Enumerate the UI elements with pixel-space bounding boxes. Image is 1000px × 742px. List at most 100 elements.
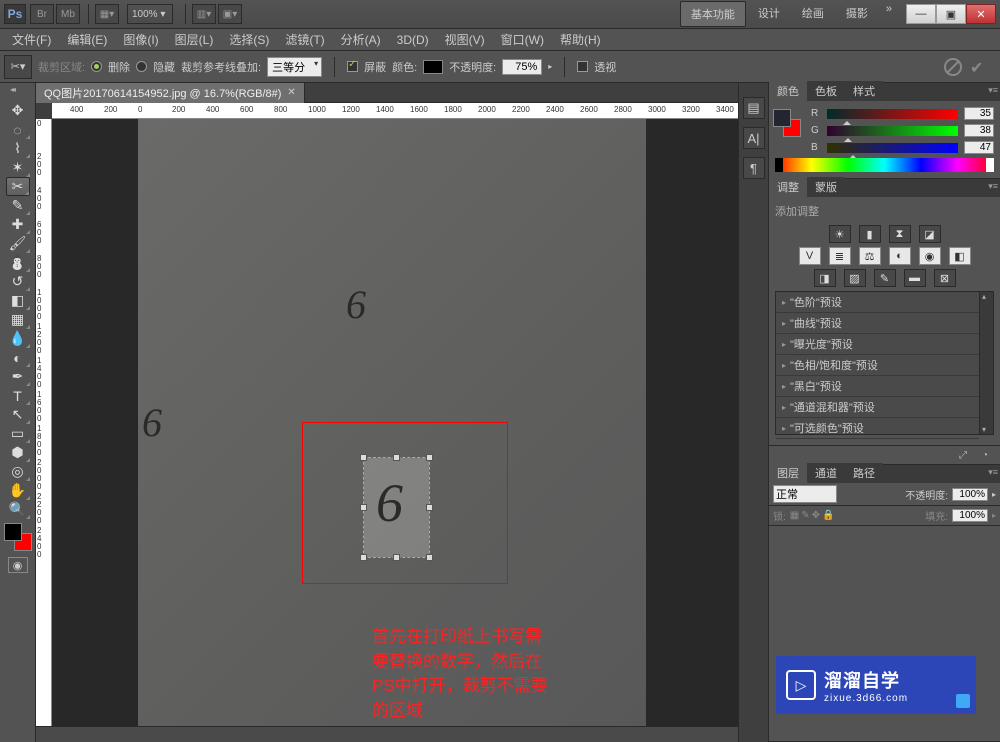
fill-input[interactable]: 100% — [952, 509, 988, 522]
panel-menu-icon[interactable]: ▾≡ — [988, 181, 998, 192]
preset-exposure[interactable]: ▸"曝光度"预设 — [776, 334, 979, 355]
clone-stamp-tool[interactable]: ⛄ — [6, 253, 30, 272]
paths-tab[interactable]: 路径 — [845, 463, 883, 483]
eraser-tool[interactable]: ◧ — [6, 291, 30, 310]
screen-mode-button[interactable]: ▣▾ — [218, 4, 242, 24]
b-slider[interactable] — [827, 143, 958, 153]
r-slider[interactable] — [827, 109, 958, 119]
workspace-tab-essentials[interactable]: 基本功能 — [680, 1, 746, 27]
menu-edit[interactable]: 编辑(E) — [59, 31, 115, 48]
channel-mixer-button[interactable]: ◧ — [949, 247, 971, 265]
active-tool-icon[interactable]: ✂▾ — [4, 55, 32, 79]
crop-hide-radio[interactable] — [136, 61, 147, 72]
menu-view[interactable]: 视图(V) — [437, 31, 493, 48]
canvas-viewport[interactable]: 6 6 6 首先在打印纸上书写需 要替换的数字，然后在 — [52, 119, 738, 726]
commit-crop-button[interactable]: ✔ — [970, 58, 988, 76]
lock-position-icon[interactable]: ✥ — [812, 510, 820, 521]
workspace-more-button[interactable]: » — [880, 1, 898, 27]
menu-layer[interactable]: 图层(L) — [167, 31, 222, 48]
crop-tool[interactable]: ✂ — [6, 177, 30, 196]
opacity-flyout-icon[interactable]: ▸ — [992, 490, 996, 499]
type-tool[interactable]: T — [6, 386, 30, 405]
3d-camera-tool[interactable]: ◎ — [6, 462, 30, 481]
b-value-input[interactable]: 47 — [964, 141, 994, 154]
document-close-button[interactable]: ✕ — [287, 87, 295, 98]
shield-checkbox[interactable] — [347, 61, 358, 72]
preset-hue-sat[interactable]: ▸"色相/饱和度"预设 — [776, 355, 979, 376]
lock-transparency-icon[interactable]: ▦ — [790, 510, 799, 521]
window-close-button[interactable]: ✕ — [966, 4, 996, 24]
preset-scrollbar[interactable] — [979, 292, 993, 434]
layer-opacity-input[interactable]: 100% — [952, 488, 988, 501]
perspective-checkbox[interactable] — [577, 61, 588, 72]
horizontal-ruler[interactable]: 400 200 0 200 400 600 800 1000 1200 1400… — [52, 103, 738, 119]
document-tab[interactable]: QQ图片20170614154952.jpg @ 16.7%(RGB/8#) ✕ — [36, 83, 305, 103]
panel-menu-icon[interactable]: ▾≡ — [988, 467, 998, 478]
guides-overlay-select[interactable]: 三等分 — [267, 57, 322, 77]
selective-color-button[interactable]: ⊠ — [934, 269, 956, 287]
hand-tool[interactable]: ✋ — [6, 481, 30, 500]
invert-button[interactable]: ◨ — [814, 269, 836, 287]
menu-filter[interactable]: 滤镜(T) — [277, 31, 332, 48]
vibrance-button[interactable]: V — [799, 247, 821, 265]
threshold-button[interactable]: ✎ — [874, 269, 896, 287]
foreground-color-swatch[interactable] — [4, 523, 22, 541]
blend-mode-select[interactable]: 正常 — [773, 485, 837, 503]
workspace-tab-design[interactable]: 设计 — [748, 1, 790, 27]
crop-handle[interactable] — [426, 554, 433, 561]
menu-image[interactable]: 图像(I) — [115, 31, 166, 48]
color-panel-swatch[interactable] — [773, 109, 801, 137]
color-spectrum[interactable] — [775, 158, 994, 172]
fg-swatch[interactable] — [773, 109, 791, 127]
fill-flyout-icon[interactable]: ▸ — [992, 511, 996, 520]
opacity-flyout-icon[interactable]: ▸ — [548, 62, 552, 71]
panel-menu-icon[interactable]: ▾≡ — [988, 85, 998, 96]
adj-clip-icon[interactable]: ◔ — [976, 448, 994, 462]
horizontal-scrollbar[interactable] — [36, 726, 738, 742]
gradient-map-button[interactable]: ▬ — [904, 269, 926, 287]
preset-bw[interactable]: ▸"黑白"预设 — [776, 376, 979, 397]
arrange-docs-button[interactable]: ▥▾ — [192, 4, 216, 24]
launch-mini-bridge-button[interactable]: Mb — [56, 4, 80, 24]
vertical-ruler[interactable]: 0 2 0 0 4 0 0 6 0 0 8 0 0 1 0 0 0 1 2 0 … — [36, 119, 52, 726]
posterize-button[interactable]: ▨ — [844, 269, 866, 287]
shape-tool[interactable]: ▭ — [6, 424, 30, 443]
photo-filter-button[interactable]: ◉ — [919, 247, 941, 265]
r-value-input[interactable]: 35 — [964, 107, 994, 120]
path-select-tool[interactable]: ↖ — [6, 405, 30, 424]
shield-opacity-input[interactable]: 75% — [502, 59, 542, 75]
bw-button[interactable]: ◐ — [889, 247, 911, 265]
eyedropper-tool[interactable]: ✎ — [6, 196, 30, 215]
preset-levels[interactable]: ▸"色阶"预设 — [776, 292, 979, 313]
crop-handle[interactable] — [360, 454, 367, 461]
styles-tab[interactable]: 样式 — [845, 81, 883, 101]
quick-select-tool[interactable]: ✶ — [6, 158, 30, 177]
preset-channel-mixer[interactable]: ▸"通道混和器"预设 — [776, 397, 979, 418]
masks-tab[interactable]: 蒙版 — [807, 177, 845, 197]
lasso-tool[interactable]: ⌇ — [6, 139, 30, 158]
healing-brush-tool[interactable]: ✚ — [6, 215, 30, 234]
history-panel-icon[interactable]: ▤ — [743, 97, 765, 119]
lock-pixels-icon[interactable]: ✎ — [801, 510, 809, 521]
layers-tab[interactable]: 图层 — [769, 463, 807, 483]
crop-handle[interactable] — [426, 454, 433, 461]
pen-tool[interactable]: ✒ — [6, 367, 30, 386]
hue-sat-button[interactable]: ≣ — [829, 247, 851, 265]
launch-bridge-button[interactable]: Br — [30, 4, 54, 24]
color-picker[interactable] — [4, 523, 32, 551]
crop-handle[interactable] — [393, 554, 400, 561]
levels-button[interactable]: ▮ — [859, 225, 881, 243]
color-tab[interactable]: 颜色 — [769, 81, 807, 101]
g-value-input[interactable]: 38 — [964, 124, 994, 137]
shield-color-swatch[interactable] — [423, 60, 443, 74]
adjustments-tab[interactable]: 调整 — [769, 177, 807, 197]
preset-selective-color[interactable]: ▸"可选颜色"预设 — [776, 418, 979, 439]
paragraph-panel-icon[interactable]: ¶ — [743, 157, 765, 179]
marquee-tool[interactable]: ◌ — [6, 120, 30, 139]
move-tool[interactable]: ✥ — [6, 101, 30, 120]
color-balance-button[interactable]: ⚖ — [859, 247, 881, 265]
menu-3d[interactable]: 3D(D) — [389, 33, 437, 47]
lock-all-icon[interactable]: 🔒 — [822, 510, 834, 521]
gradient-tool[interactable]: ▦ — [6, 310, 30, 329]
exposure-button[interactable]: ◪ — [919, 225, 941, 243]
